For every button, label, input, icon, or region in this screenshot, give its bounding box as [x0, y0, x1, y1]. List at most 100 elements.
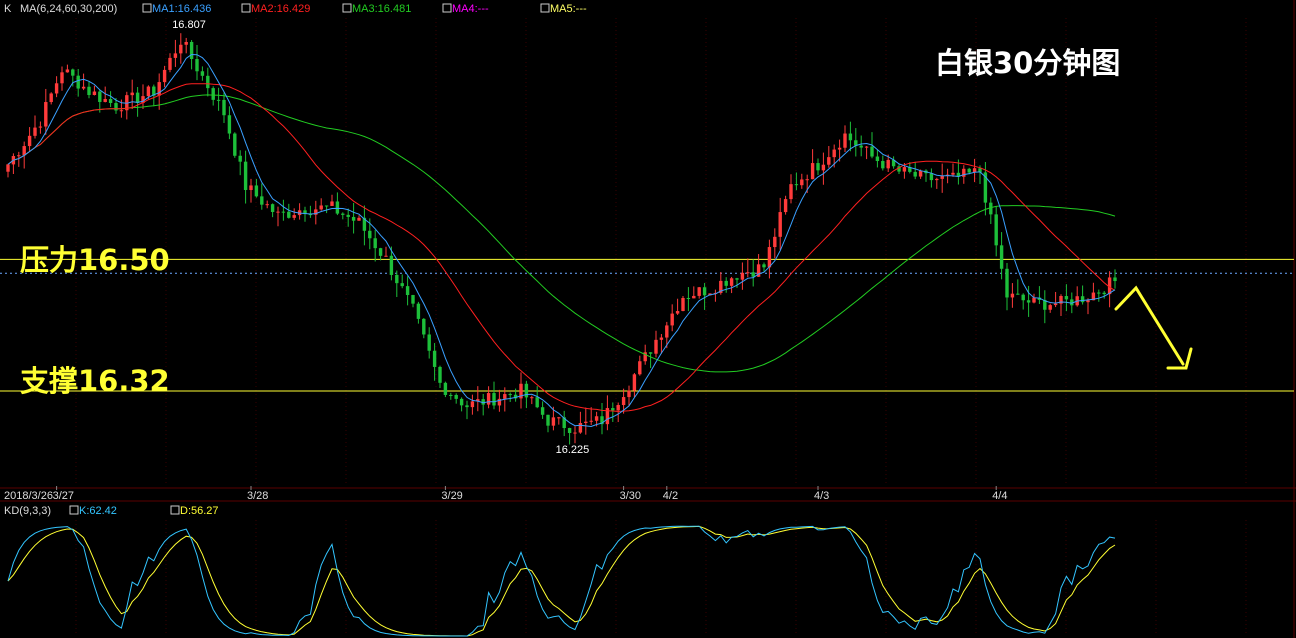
- candle-body: [162, 69, 167, 83]
- candle-body: [130, 92, 134, 96]
- candle-body: [44, 102, 48, 127]
- candle-body: [584, 421, 588, 424]
- high-price-label: 16.807: [172, 19, 206, 31]
- ma2-line: [7, 83, 1116, 413]
- candle-body: [27, 135, 32, 147]
- candle-body: [616, 405, 620, 411]
- candle-body: [762, 264, 766, 268]
- candle-body: [767, 247, 772, 268]
- candle-body: [195, 59, 199, 72]
- candle-body: [773, 236, 777, 248]
- candle-body: [929, 173, 934, 181]
- candle-body: [276, 211, 280, 213]
- ma3-checkbox[interactable]: [342, 3, 352, 13]
- candle-body: [1064, 296, 1069, 300]
- candle-body: [6, 164, 10, 172]
- candle-body: [81, 86, 86, 89]
- candle-body: [535, 397, 539, 408]
- candle-body: [76, 75, 80, 89]
- candlestick-series[interactable]: [6, 33, 1117, 445]
- candle-body: [962, 168, 966, 177]
- candle-body: [206, 75, 210, 89]
- kd-panel-label: KD(9,3,3): [4, 505, 51, 517]
- chart-grid: [75, 18, 1247, 636]
- date-tick-label: 3/27: [53, 490, 74, 502]
- candle-body: [697, 287, 701, 296]
- candle-body: [92, 91, 97, 95]
- candle-body: [249, 185, 253, 191]
- candle-body: [270, 204, 275, 212]
- candle-body: [33, 127, 37, 136]
- candle-body: [578, 423, 583, 433]
- candle-body: [589, 420, 593, 422]
- candle-body: [902, 167, 907, 172]
- candle-body: [281, 211, 286, 213]
- candle-body: [400, 283, 404, 287]
- candle-body: [740, 272, 745, 280]
- candle-body: [951, 172, 955, 175]
- candle-body: [373, 238, 377, 249]
- date-tick-label: 4/4: [992, 490, 1007, 502]
- candle-body: [918, 170, 923, 177]
- candle-body: [1086, 300, 1090, 303]
- candle-body: [1080, 296, 1085, 303]
- candle-body: [465, 405, 469, 408]
- candle-body: [470, 401, 475, 408]
- candle-body: [724, 280, 728, 286]
- candle-body: [216, 99, 221, 101]
- candle-body: [881, 161, 885, 169]
- candle-body: [324, 205, 329, 207]
- candle-body: [287, 211, 291, 218]
- candle-body: [794, 184, 799, 186]
- candle-body: [967, 168, 971, 173]
- candle-body: [935, 178, 939, 181]
- candle-body: [875, 156, 880, 162]
- candle-body: [346, 214, 350, 217]
- candle-body: [1016, 293, 1020, 295]
- candle-body: [114, 103, 118, 111]
- candle-body: [416, 303, 421, 319]
- candle-body: [832, 149, 836, 158]
- ma5-checkbox[interactable]: [540, 3, 550, 13]
- candle-body: [432, 350, 437, 367]
- candle-body: [260, 196, 264, 205]
- candle-body: [665, 325, 669, 338]
- candle-body: [735, 278, 739, 280]
- k-legend: K:62.42: [79, 505, 117, 517]
- candle-body: [686, 297, 691, 299]
- d-legend: D:56.27: [180, 505, 219, 517]
- candle-body: [627, 390, 631, 398]
- d-checkbox[interactable]: [170, 505, 180, 515]
- ma-params-label: MA(6,24,60,30,200): [20, 3, 117, 15]
- date-tick-label: 4/2: [663, 490, 678, 502]
- k-line: [7, 525, 1116, 637]
- candle-body: [22, 146, 26, 156]
- candle-body: [98, 91, 102, 102]
- candle-body: [438, 366, 442, 383]
- ma2-checkbox[interactable]: [241, 3, 251, 13]
- candle-body: [778, 212, 782, 237]
- candle-body: [567, 428, 572, 433]
- ma4-legend: MA4:---: [452, 3, 489, 15]
- candle-body: [816, 163, 820, 171]
- candle-body: [751, 272, 755, 277]
- candle-body: [395, 274, 399, 284]
- candle-body: [200, 71, 205, 76]
- ma1-checkbox[interactable]: [142, 3, 152, 13]
- candle-body: [341, 213, 345, 215]
- candle-body: [611, 408, 615, 411]
- candle-body: [810, 163, 815, 180]
- ma4-checkbox[interactable]: [442, 3, 452, 13]
- candle-body: [746, 272, 750, 274]
- candle-body: [594, 416, 599, 421]
- silver-30min-chart[interactable]: K MA(6,24,60,30,200) MA1:16.436 MA2:16.4…: [0, 0, 1296, 638]
- k-checkbox[interactable]: [69, 505, 79, 515]
- candle-body: [638, 361, 642, 375]
- candle-body: [146, 86, 151, 97]
- date-tick-label: 3/30: [620, 490, 641, 502]
- candle-body: [540, 407, 545, 415]
- candle-body: [551, 417, 556, 426]
- candle-body: [486, 393, 491, 405]
- date-tick-label: 3/28: [247, 490, 268, 502]
- candle-body: [805, 179, 809, 181]
